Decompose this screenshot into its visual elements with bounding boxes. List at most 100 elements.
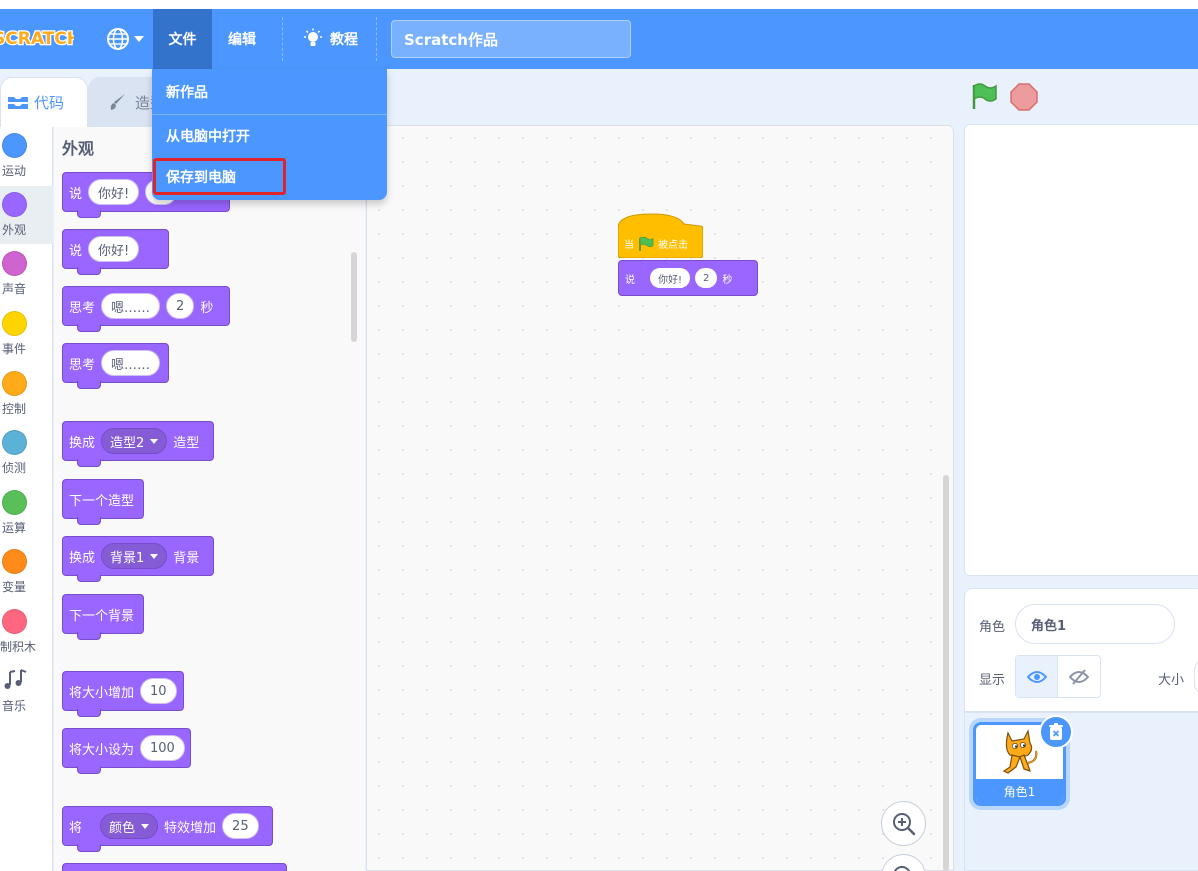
cat-sprite-icon xyxy=(1002,729,1038,774)
category-dot xyxy=(2,133,27,158)
sprite-name-input[interactable]: 角色1 xyxy=(1015,604,1175,644)
block-input[interactable]: 你好! xyxy=(88,179,140,205)
caret-down-icon xyxy=(150,438,159,444)
block-change-size[interactable]: 将大小增加 10 xyxy=(62,671,184,717)
block-text: 下一个背景 xyxy=(69,608,135,624)
block-input[interactable]: 嗯…… xyxy=(101,350,161,376)
block-palette: 外观 说 你好! 说 你好! 思考 嗯…… 2 秒 思考 嗯…… 换成 造型2 … xyxy=(54,127,365,871)
block-say[interactable]: 说 你好! xyxy=(62,229,169,275)
block-text: 说 xyxy=(69,186,83,202)
caret-down-icon xyxy=(150,553,159,559)
block-input[interactable]: 2 xyxy=(695,268,718,288)
menu-tutorials[interactable]: 教程 xyxy=(292,9,368,69)
category-label: 制积木 xyxy=(0,640,37,654)
block-text: 秒 xyxy=(200,300,214,316)
block-text: 说 xyxy=(69,243,83,259)
category-dot xyxy=(2,192,27,217)
menu-item-new[interactable]: 新作品 xyxy=(152,71,387,113)
size-label: 大小 xyxy=(1158,673,1185,688)
block-text: 将大小增加 xyxy=(69,685,135,701)
block-text: 当 xyxy=(624,240,634,251)
dropdown-value: 颜色 xyxy=(109,820,136,836)
tab-code[interactable]: 代码 xyxy=(0,77,88,127)
category-motion[interactable]: 运动 xyxy=(0,127,53,185)
stage-canvas[interactable] xyxy=(964,124,1198,576)
category-sound[interactable]: 声音 xyxy=(0,245,53,303)
size-input[interactable] xyxy=(1194,660,1198,694)
block-text: 将大小设为 xyxy=(69,742,135,758)
block-input[interactable]: 100 xyxy=(140,735,185,761)
category-dot xyxy=(2,430,27,455)
block-switch-backdrop[interactable]: 换成 背景1 背景 xyxy=(62,536,214,582)
palette-heading: 外观 xyxy=(62,139,95,158)
block-input[interactable]: 嗯…… xyxy=(101,293,161,319)
language-menu[interactable] xyxy=(100,9,150,69)
menu-edit[interactable]: 编辑 xyxy=(212,9,272,69)
category-dot xyxy=(2,311,27,336)
delete-sprite-button[interactable] xyxy=(1039,715,1073,749)
block-next-backdrop[interactable]: 下一个背景 xyxy=(62,594,144,640)
category-music[interactable]: 音乐 xyxy=(0,662,53,720)
category-label: 运动 xyxy=(2,164,27,178)
menu-separator xyxy=(282,17,283,61)
green-flag-button[interactable] xyxy=(968,81,1000,113)
block-set-size[interactable]: 将大小设为 100 xyxy=(62,728,191,774)
block-text: 说 xyxy=(625,274,635,286)
block-input[interactable]: 你好! xyxy=(650,268,691,288)
block-switch-costume[interactable]: 换成 造型2 造型 xyxy=(62,421,214,467)
project-title-input[interactable]: Scratch作品 xyxy=(391,20,631,58)
category-label: 变量 xyxy=(2,580,27,594)
green-flag-icon xyxy=(639,236,654,251)
show-sprite-button[interactable] xyxy=(1016,656,1059,697)
category-my-blocks[interactable]: 制积木 xyxy=(0,603,53,661)
category-operators[interactable]: 运算 xyxy=(0,484,53,542)
caret-down-icon xyxy=(141,823,150,829)
block-change-effect[interactable]: 将 颜色 特效增加 25 xyxy=(62,806,273,852)
category-events[interactable]: 事件 xyxy=(0,305,53,363)
block-input[interactable]: 25 xyxy=(222,813,259,839)
when-flag-clicked-block[interactable] xyxy=(618,212,703,258)
lightbulb-icon xyxy=(304,28,322,46)
block-partial[interactable] xyxy=(62,863,287,871)
menu-tutorials-label: 教程 xyxy=(330,32,358,48)
block-think[interactable]: 思考 嗯…… xyxy=(62,343,169,389)
category-looks[interactable]: 外观 xyxy=(0,186,53,244)
sprite-tile-name: 角色1 xyxy=(976,779,1063,803)
category-label: 事件 xyxy=(2,342,27,356)
workspace-say-block[interactable]: 说 你好! 2 秒 xyxy=(618,260,758,296)
menu-file[interactable]: 文件 xyxy=(153,9,212,69)
menu-item-open[interactable]: 从电脑中打开 xyxy=(152,115,387,157)
category-label: 运算 xyxy=(2,521,27,535)
block-input[interactable]: 10 xyxy=(140,678,177,704)
block-text: 换成 xyxy=(69,435,96,451)
palette-scrollbar[interactable] xyxy=(351,252,357,342)
show-label: 显示 xyxy=(979,673,1006,688)
block-dropdown[interactable]: 造型2 xyxy=(101,428,168,454)
globe-icon xyxy=(107,28,129,50)
block-dropdown[interactable]: 背景1 xyxy=(101,543,168,569)
workspace-scrollbar[interactable] xyxy=(943,475,949,871)
category-sensing[interactable]: 侦测 xyxy=(0,424,53,482)
block-think-for-secs[interactable]: 思考 嗯…… 2 秒 xyxy=(62,286,230,332)
block-dropdown[interactable]: 颜色 xyxy=(100,813,159,839)
block-text: 下一个造型 xyxy=(69,493,135,509)
svg-text:SCRATCH: SCRATCH xyxy=(0,29,74,49)
category-control[interactable]: 控制 xyxy=(0,365,53,423)
scratch-editor: SCRATCH 文件 编辑 教程 Scratch作品 新作品 xyxy=(0,0,1198,871)
block-text: 思考 xyxy=(69,300,96,316)
category-menu: 运动 外观 声音 事件 控制 侦测 运算 变量 制积木 音乐 xyxy=(0,127,53,871)
block-input[interactable]: 2 xyxy=(166,293,195,319)
block-text: 思考 xyxy=(69,357,96,373)
category-dot xyxy=(2,549,27,574)
scratch-logo[interactable]: SCRATCH xyxy=(0,18,74,54)
block-next-costume[interactable]: 下一个造型 xyxy=(62,479,144,525)
category-variables[interactable]: 变量 xyxy=(0,543,53,601)
block-text: 被点击 xyxy=(658,240,688,251)
block-input[interactable]: 你好! xyxy=(88,236,140,262)
hide-sprite-button[interactable] xyxy=(1058,656,1100,697)
block-text: 将 xyxy=(69,820,83,836)
category-dot xyxy=(2,490,27,515)
stop-button[interactable] xyxy=(1008,81,1040,113)
hat-block-label: 当 被点击 xyxy=(624,236,688,251)
zoom-in-button[interactable] xyxy=(881,801,926,846)
